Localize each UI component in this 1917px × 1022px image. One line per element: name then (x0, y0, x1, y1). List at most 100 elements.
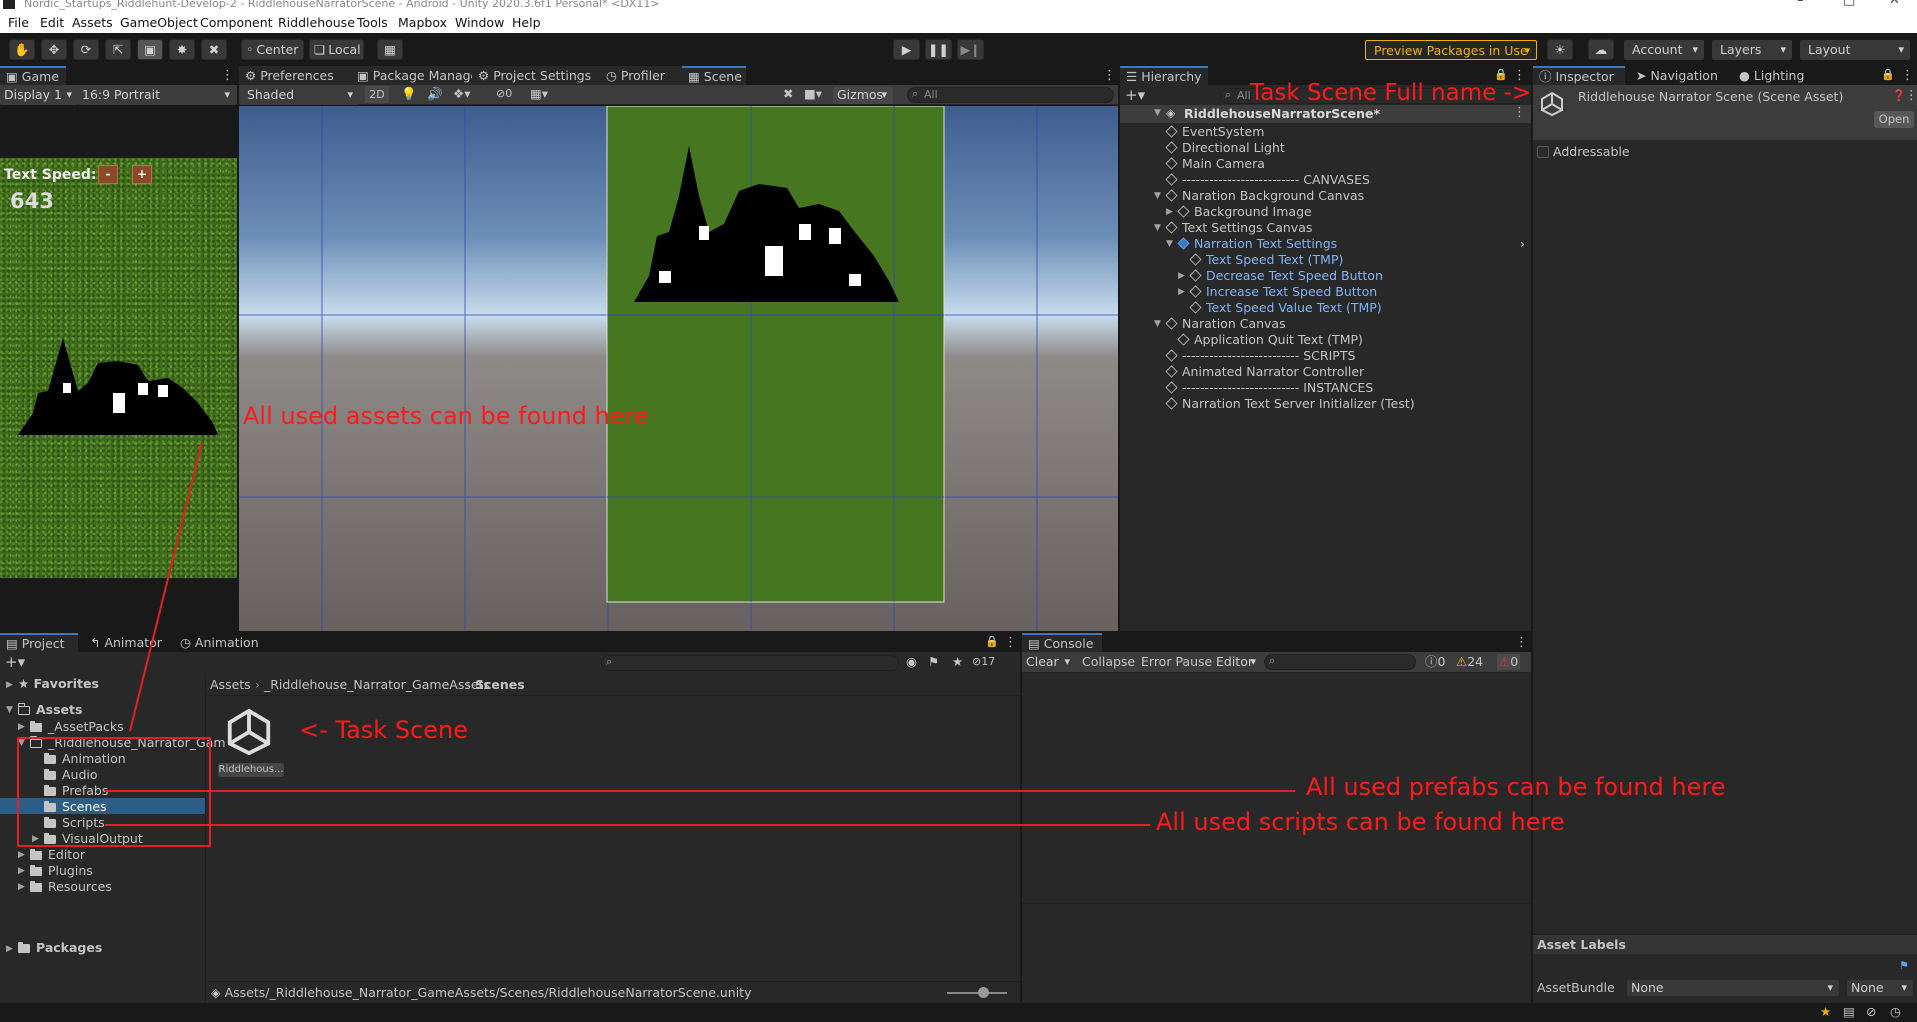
menu-window[interactable]: Window (455, 15, 504, 30)
console-search-input[interactable] (1264, 654, 1416, 670)
camera-icon[interactable]: ■▾ (804, 86, 822, 101)
hierarchy-item[interactable]: -------------------------- INSTANCES (1165, 380, 1373, 396)
play-button[interactable]: ▶ (893, 39, 920, 60)
pivot-local-button[interactable]: ❏ Local (309, 39, 364, 60)
create-button[interactable]: +▾ (1125, 86, 1145, 104)
tools-icon[interactable]: ✖ (783, 86, 793, 101)
close-button[interactable]: ✕ (1889, 0, 1900, 7)
tab-package-manager[interactable]: ▣ Package Manager (351, 66, 483, 85)
hierarchy-item[interactable]: Application Quit Text (TMP) (1177, 332, 1363, 348)
expand-arrow-icon[interactable]: ▼ (1166, 239, 1173, 249)
expand-arrow-icon[interactable]: ▶ (1178, 287, 1185, 297)
increase-speed-button[interactable]: + (132, 165, 152, 184)
expand-arrow-icon[interactable]: ▼ (1154, 108, 1161, 118)
layers-dropdown[interactable]: Layers (1712, 40, 1792, 60)
tab-game[interactable]: ▣ Game (0, 66, 66, 85)
breadcrumb-scenes[interactable]: Scenes (475, 677, 525, 693)
menu-component[interactable]: Component (200, 15, 273, 30)
search-by-type-icon[interactable]: ◉ (906, 654, 917, 669)
hierarchy-item[interactable]: Text Speed Value Text (TMP) (1189, 300, 1382, 316)
scene-search-input[interactable]: All (907, 87, 1114, 103)
minimize-button[interactable]: – (1797, 0, 1804, 7)
hierarchy-item[interactable]: Text Settings Canvas (1165, 220, 1312, 236)
lighting-toggle-icon[interactable]: 💡 (401, 86, 417, 102)
cloud-icon[interactable]: ☁ (1588, 39, 1614, 60)
menu-assets[interactable]: Assets (72, 15, 113, 30)
tab-console[interactable]: ▤ Console (1022, 633, 1102, 652)
error-pause-toggle[interactable]: Error Pause (1141, 654, 1212, 670)
tab-animation[interactable]: ◷ Animation (174, 633, 264, 652)
network-icon[interactable]: ⊘ (1866, 1004, 1876, 1019)
hierarchy-item[interactable]: Text Speed Text (TMP) (1189, 252, 1343, 268)
expand-arrow-icon[interactable]: ▶ (18, 866, 25, 876)
tab-profiler[interactable]: ◷ Profiler (600, 66, 682, 85)
tab-project[interactable]: ▤ Project (0, 633, 78, 652)
rotate-tool-icon[interactable]: ⟳ (73, 39, 99, 60)
project-folder-item[interactable]: Plugins (30, 863, 93, 879)
progress-icon[interactable]: ▤ (1843, 1004, 1855, 1019)
zoom-slider[interactable] (947, 992, 1007, 994)
menu-edit[interactable]: Edit (40, 15, 64, 30)
toggle-2d-button[interactable]: 2D (365, 86, 389, 103)
prefab-open-chevron-icon[interactable]: › (1520, 236, 1525, 251)
console-menu-icon[interactable]: ⋮ (1515, 635, 1528, 650)
tab-scene[interactable]: ▦ Scene (682, 66, 746, 85)
tab-navigation[interactable]: ➤ Navigation (1630, 66, 1730, 85)
zoom-slider-thumb[interactable] (978, 987, 989, 998)
search-by-label-icon[interactable]: ⚑ (928, 654, 939, 669)
decrease-speed-button[interactable]: - (98, 165, 118, 184)
scene-header-row[interactable]: ▼ ◈ RiddlehouseNarratorScene* ⋮ (1120, 105, 1531, 123)
menu-tools[interactable]: Tools (357, 15, 388, 30)
log-count-toggle[interactable]: ⓘ0 (1425, 654, 1445, 670)
layout-dropdown[interactable]: Layout (1800, 40, 1910, 60)
tab-hierarchy[interactable]: ☰ Hierarchy (1120, 66, 1208, 85)
rect-tool-icon[interactable]: ▣ (137, 39, 163, 60)
game-menu-icon[interactable]: ⋮ (221, 68, 234, 83)
inspector-menu-icon[interactable]: ⋮ (1901, 68, 1914, 83)
expand-arrow-icon[interactable]: ▼ (1154, 191, 1161, 201)
tab-animator[interactable]: ↰ Animator (84, 633, 170, 652)
expand-arrow-icon[interactable]: ▶ (18, 850, 25, 860)
hand-tool-icon[interactable]: ✋ (9, 39, 35, 60)
hidden-objects-icon[interactable]: ⊘0 (496, 87, 512, 100)
step-button[interactable]: ▶❙ (957, 39, 984, 60)
aspect-dropdown[interactable]: 16:9 Portrait (78, 85, 236, 105)
addressable-checkbox[interactable] (1537, 146, 1549, 158)
open-button[interactable]: Open (1874, 111, 1914, 128)
collapse-toggle[interactable]: Collapse (1082, 654, 1135, 670)
error-count-toggle[interactable]: ⚠0 (1497, 654, 1521, 670)
hidden-packages-icon[interactable]: ⊘17 (972, 655, 995, 668)
expand-arrow-icon[interactable]: ▶ (1166, 207, 1173, 217)
tab-inspector[interactable]: ⓘ Inspector (1533, 66, 1625, 85)
scale-tool-icon[interactable]: ⇱ (105, 39, 131, 60)
display-dropdown[interactable]: Display 1 (0, 85, 78, 105)
hierarchy-item[interactable]: -------------------------- SCRIPTS (1165, 348, 1355, 364)
pivot-center-button[interactable]: ◦ Center (241, 39, 304, 60)
breadcrumb-gameassets[interactable]: _Riddlehouse_Narrator_GameAssets (264, 677, 490, 693)
project-folder-item[interactable]: Editor (30, 847, 85, 863)
project-folder-item[interactable]: _AssetPacks (30, 719, 124, 735)
maximize-button[interactable]: □ (1843, 0, 1855, 7)
tab-lighting[interactable]: ● Lighting (1733, 66, 1813, 85)
menu-gameobject[interactable]: GameObject (120, 15, 198, 30)
help-icon[interactable]: ❓ (1892, 89, 1906, 102)
project-create-button[interactable]: +▾ (5, 653, 25, 671)
project-search-input[interactable] (601, 655, 899, 671)
menu-help[interactable]: Help (512, 15, 541, 30)
assetbundle-dropdown[interactable]: None (1627, 980, 1839, 996)
project-folder-item[interactable]: Resources (30, 879, 112, 895)
hierarchy-item[interactable]: Main Camera (1165, 156, 1265, 172)
snap-grid-icon[interactable]: ▦ (377, 39, 403, 60)
hierarchy-item[interactable]: Narration Text Settings (1177, 236, 1337, 252)
preview-packages-dropdown[interactable]: Preview Packages in Use (1365, 40, 1537, 61)
expand-arrow-icon[interactable]: ▼ (1154, 319, 1161, 329)
favorite-star-icon[interactable]: ★ (952, 654, 963, 669)
gizmos-dropdown[interactable]: Gizmos (833, 86, 893, 104)
favorites-item[interactable]: ★ Favorites (18, 676, 99, 692)
hierarchy-item[interactable]: Naration Canvas (1165, 316, 1286, 332)
move-tool-icon[interactable]: ✥ (41, 39, 67, 60)
grid-toggle-icon[interactable]: ▦▾ (530, 86, 548, 101)
breadcrumb-assets[interactable]: Assets (210, 677, 251, 693)
expand-arrow-icon[interactable]: ▶ (18, 722, 25, 732)
hierarchy-item[interactable]: Naration Background Canvas (1165, 188, 1364, 204)
